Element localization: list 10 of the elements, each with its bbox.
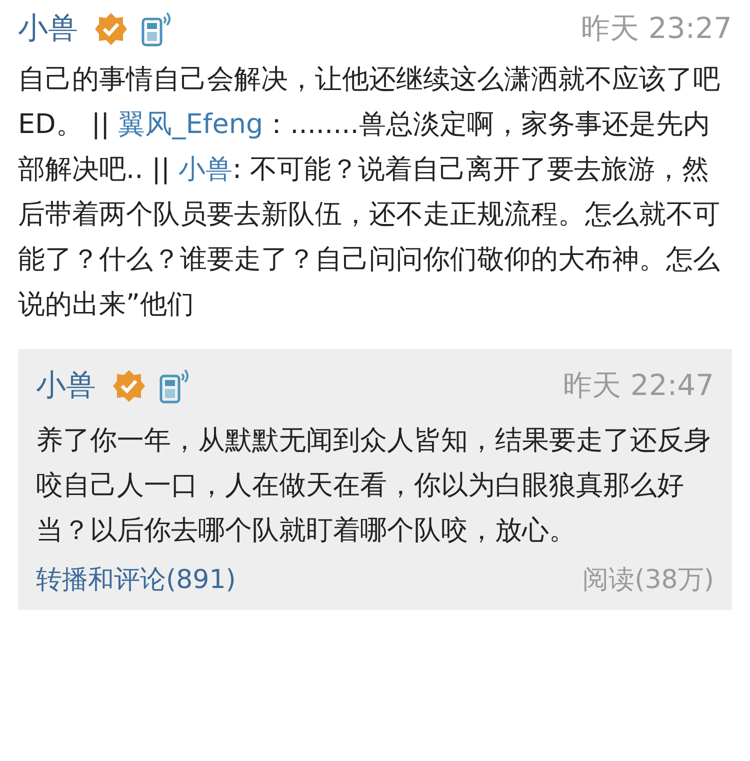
post-text: 自己的事情自己会解决，让他还继续这么潇洒就不应该了吧ED。 || 翼风_Efeng：........兽总淡定啊，家务事还是先内部解决吧.. || 小兽: 不可能？说着自己离开了要去旅游，然后带着两个队员要去新队伍，还不走正规流程。怎么就不可能了？什么？谁要走了？自己问问你们敬仰的大布神。怎么说的出来”他们 [18, 63, 721, 322]
post-time: 昨天 23:27 [581, 10, 732, 47]
repost-text: 养了你一年，从默默无闻到众人皆知，结果要走了还反身咬自己人一口，人在做天在看，你以为白眼狼真那么好当？以后你去哪个队就盯着哪个队咬，放心。 [36, 424, 712, 548]
author-name[interactable]: 小兽 [18, 6, 78, 51]
comments-link[interactable]: 转播和评论(891) [36, 561, 236, 600]
author-name[interactable]: 小兽 [36, 363, 96, 408]
post-time: 昨天 22:47 [563, 366, 714, 404]
user-link[interactable]: 小兽 [178, 154, 233, 185]
read-count: 阅读(38万) [582, 564, 714, 597]
user-link[interactable]: 翼风_Efeng [118, 109, 264, 140]
